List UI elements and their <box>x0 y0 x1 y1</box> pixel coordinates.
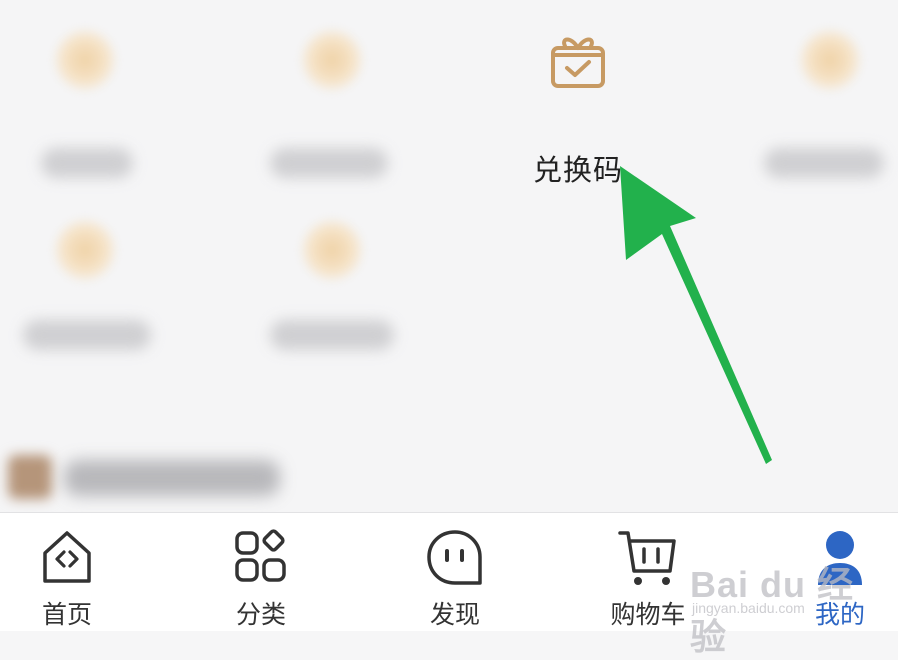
blurred-grid-item[interactable] <box>760 20 898 178</box>
blurred-thumbnail[interactable] <box>8 455 52 499</box>
blurred-icon <box>300 218 364 282</box>
blurred-icon <box>300 28 364 92</box>
redeem-code-item[interactable]: 兑换码 <box>518 20 638 187</box>
blurred-icon <box>53 28 117 92</box>
blurred-icon <box>53 218 117 282</box>
tab-discover-label: 发现 <box>429 600 480 629</box>
main-content: 兑换码 <box>0 0 898 512</box>
tab-discover[interactable]: 发现 <box>390 513 520 631</box>
blurred-icon <box>798 28 862 92</box>
green-arrow-annotation <box>620 166 772 464</box>
blurred-grid-item[interactable] <box>15 210 155 360</box>
tab-category[interactable]: 分类 <box>196 513 326 631</box>
blurred-grid-item[interactable] <box>262 210 402 360</box>
blurred-label <box>270 148 388 178</box>
blurred-label <box>270 320 394 350</box>
tab-home-label: 首页 <box>41 600 92 629</box>
blurred-grid-item[interactable] <box>262 20 402 178</box>
category-icon <box>235 529 286 582</box>
cart-icon <box>618 531 676 585</box>
baidu-jingyan-watermark: Bai du 经验 jingyan.baidu.com <box>690 556 890 657</box>
blurred-promo-text[interactable] <box>64 460 280 496</box>
blurred-label <box>23 320 151 350</box>
blurred-label <box>41 148 133 178</box>
tab-category-label: 分类 <box>235 600 286 629</box>
tab-home[interactable]: 首页 <box>2 513 132 631</box>
watermark-url: jingyan.baidu.com <box>692 600 805 616</box>
discover-chat-icon <box>427 530 482 585</box>
gift-icon <box>551 37 605 88</box>
home-icon <box>43 531 91 583</box>
blurred-grid-item[interactable] <box>15 20 155 178</box>
